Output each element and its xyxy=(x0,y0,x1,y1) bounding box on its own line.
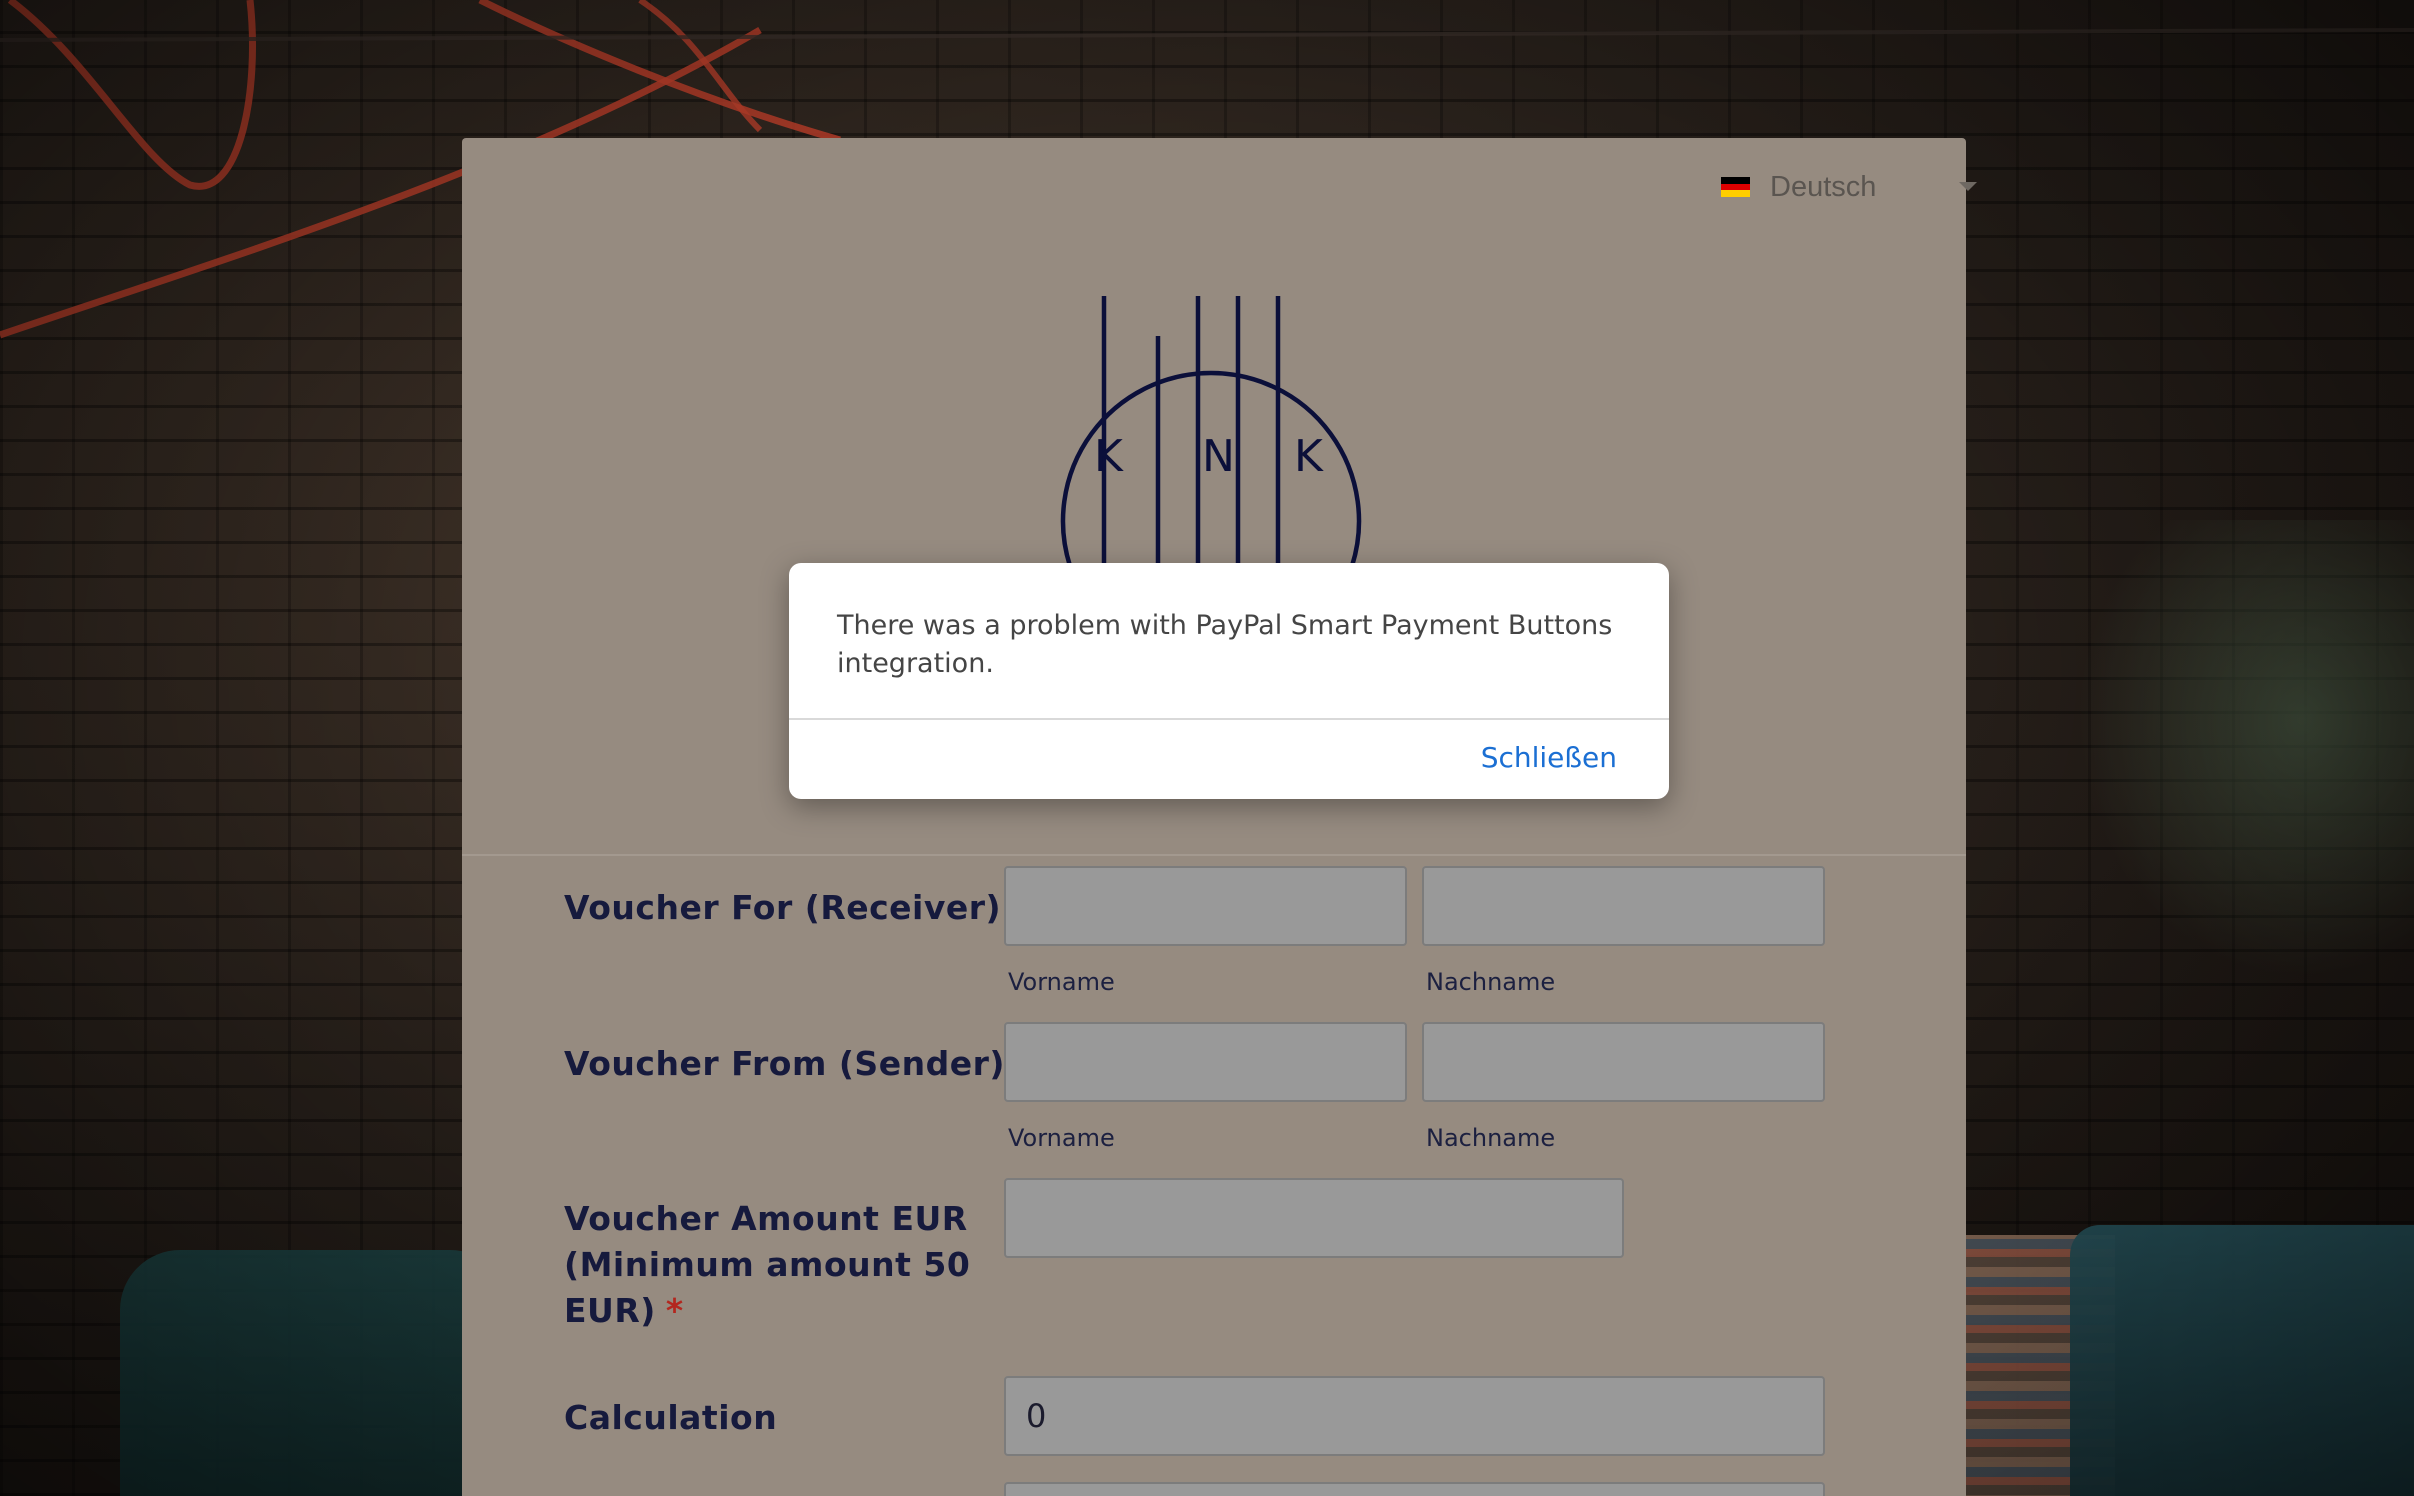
close-button[interactable]: Schließen xyxy=(1481,741,1617,774)
page: Deutsch K I N K Voucher For (Receiver) V… xyxy=(0,0,2414,1496)
dialog-divider xyxy=(789,718,1669,720)
error-dialog: There was a problem with PayPal Smart Pa… xyxy=(789,563,1669,799)
dialog-message: There was a problem with PayPal Smart Pa… xyxy=(837,610,1613,679)
